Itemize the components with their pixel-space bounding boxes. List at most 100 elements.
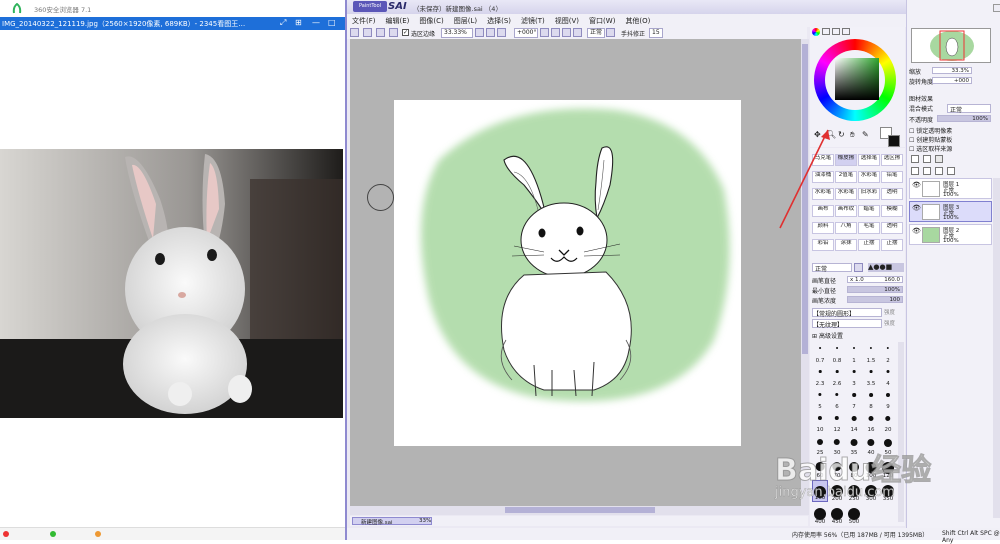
merge-down-icon[interactable] [923,167,931,175]
tool-button[interactable]: 选择笔 [858,154,880,166]
brush-size-cell[interactable]: 9 [880,388,896,410]
rotate-left-icon[interactable] [540,28,549,37]
layer-list-scrollbar[interactable] [993,178,1000,518]
menu-image[interactable]: 图像(C) [414,14,448,26]
brush-size-cell[interactable]: 1 [846,342,862,364]
tool-button[interactable]: 透明 [881,222,903,234]
rgb-slider-tab-icon[interactable] [822,28,830,35]
foreground-color-swatch[interactable] [888,135,900,147]
color-wheel-tab-icon[interactable] [812,28,820,36]
zoom-field[interactable]: 33.33% [441,28,473,38]
menu-filter[interactable]: 滤镜(T) [516,14,550,26]
select-mode-icon[interactable] [389,28,398,37]
maximize-button[interactable]: □ [328,18,336,27]
menu-other[interactable]: 其他(O) [620,14,655,26]
canvas-area[interactable] [350,39,808,515]
hsv-slider-tab-icon[interactable] [832,28,840,35]
layer-row[interactable]: 👁︎ 图层 2 正常 100% [909,224,992,245]
brush-shape-select[interactable]: 【常规的圆形】 [812,308,882,318]
brush-size-cell[interactable]: 12 [829,411,845,433]
rotate-right-icon[interactable] [551,28,560,37]
brush-size-cell[interactable]: 20 [880,411,896,433]
brush-size-slider[interactable]: x 1.0 160.0 [847,276,903,283]
eye-icon[interactable]: 👁︎ [912,181,921,189]
eye-icon[interactable]: 👁︎ [912,227,921,235]
blend-dropdown-icon[interactable] [606,28,615,37]
tool-button[interactable]: 铅笔 [881,171,903,183]
hand-tool-icon[interactable]: ✋︎ [850,130,855,140]
delete-layer-icon[interactable] [947,167,955,175]
layer-row[interactable]: 👁︎ 图层 1 正常 100% [909,178,992,199]
select-mode-icon[interactable] [350,28,359,37]
color-wheel[interactable] [814,39,896,121]
stabilizer-field[interactable]: 15 [649,28,663,38]
nav-rotate-slider[interactable]: +000 [932,77,972,84]
horizontal-scrollbar[interactable] [350,506,808,515]
navigator-preview[interactable] [911,28,991,63]
vertical-scrollbar[interactable] [801,39,809,515]
taskbar-app-icon[interactable] [50,531,56,537]
tool-button[interactable]: 透明 [881,188,903,200]
brush-size-cell[interactable]: 6 [829,388,845,410]
tool-button[interactable]: 彩铅 [812,239,834,251]
brush-mode-dropdown-icon[interactable] [854,263,863,272]
flip-icon[interactable] [573,28,582,37]
min-size-slider[interactable]: 100% [847,286,903,293]
document-tab[interactable]: 新建图像.sai 33% [352,517,432,526]
brush-size-cell[interactable]: 7 [846,388,862,410]
select-mode-icon[interactable] [376,28,385,37]
swatch-tab-icon[interactable] [842,28,850,35]
new-folder-icon[interactable] [935,155,943,163]
fullscreen-icon[interactable]: ⤢ [280,18,286,28]
layer-blend-select[interactable]: 正常 [947,104,991,114]
brush-size-cell[interactable]: 3 [846,365,862,387]
brush-size-cell[interactable]: 8 [863,388,879,410]
grid-icon[interactable]: ⊞ [295,18,302,27]
brush-size-cell[interactable]: 14 [846,411,862,433]
brush-size-cell[interactable]: 5 [812,388,828,410]
zoom-out-icon[interactable] [486,28,495,37]
menu-edit[interactable]: 编辑(E) [381,14,415,26]
brush-size-cell[interactable]: 4 [880,365,896,387]
layer-row[interactable]: 👁︎ 图层 3 正常 100% [909,201,992,222]
rotate-field[interactable]: +000° [514,28,538,38]
menu-file[interactable]: 文件(F) [347,14,381,26]
menu-layer[interactable]: 图层(L) [449,14,482,26]
tool-button[interactable]: 模糊 [881,205,903,217]
tool-button[interactable]: 蜡笔 [858,205,880,217]
taskbar-app-icon[interactable] [3,531,9,537]
brush-size-cell[interactable]: 3.5 [863,365,879,387]
brush-size-cell[interactable]: 0.8 [829,342,845,364]
copy-layer-icon[interactable] [911,167,919,175]
tool-button[interactable]: 选区擦 [881,154,903,166]
new-linework-layer-icon[interactable] [923,155,931,163]
taskbar-app-icon[interactable] [95,531,101,537]
nav-zoom-slider[interactable]: 33.3% [932,67,972,74]
minimize-button[interactable]: — [312,18,320,27]
eyedropper-icon[interactable]: ✎ [862,130,869,139]
layer-opacity-slider[interactable]: 100% [937,115,991,122]
advanced-settings-toggle[interactable]: ⊞ 高级设置 [812,331,843,340]
eye-icon[interactable]: 👁︎ [912,204,921,212]
new-layer-icon[interactable] [911,155,919,163]
clear-layer-icon[interactable] [935,167,943,175]
sample-source-checkbox[interactable]: ☐ 选区取样来源 [909,144,952,153]
brush-size-cell[interactable]: 0.7 [812,342,828,364]
zoom-in-icon[interactable] [475,28,484,37]
saturation-value-box[interactable] [835,58,879,100]
brush-size-cell[interactable]: 1.5 [863,342,879,364]
brush-shape-selector[interactable]: ▲●●■ [868,263,904,272]
zoom-reset-icon[interactable] [497,28,506,37]
tool-button[interactable]: 涂抹 [835,239,857,251]
brush-size-cell[interactable]: 16 [863,411,879,433]
clipping-mask-checkbox[interactable]: ☐ 创建剪贴蒙板 [909,135,952,144]
tool-button[interactable]: 正摆 [881,239,903,251]
tool-button[interactable]: 正摆 [858,239,880,251]
brush-texture-select[interactable]: 【无纹理】 [812,319,882,329]
navigator-scroll-up[interactable] [993,4,1000,12]
brush-size-cell[interactable]: 2.3 [812,365,828,387]
horizontal-scroll-thumb[interactable] [505,507,655,513]
tool-button[interactable]: 水彩笔 [858,171,880,183]
select-mode-icon[interactable] [363,28,372,37]
menu-select[interactable]: 选择(S) [482,14,516,26]
